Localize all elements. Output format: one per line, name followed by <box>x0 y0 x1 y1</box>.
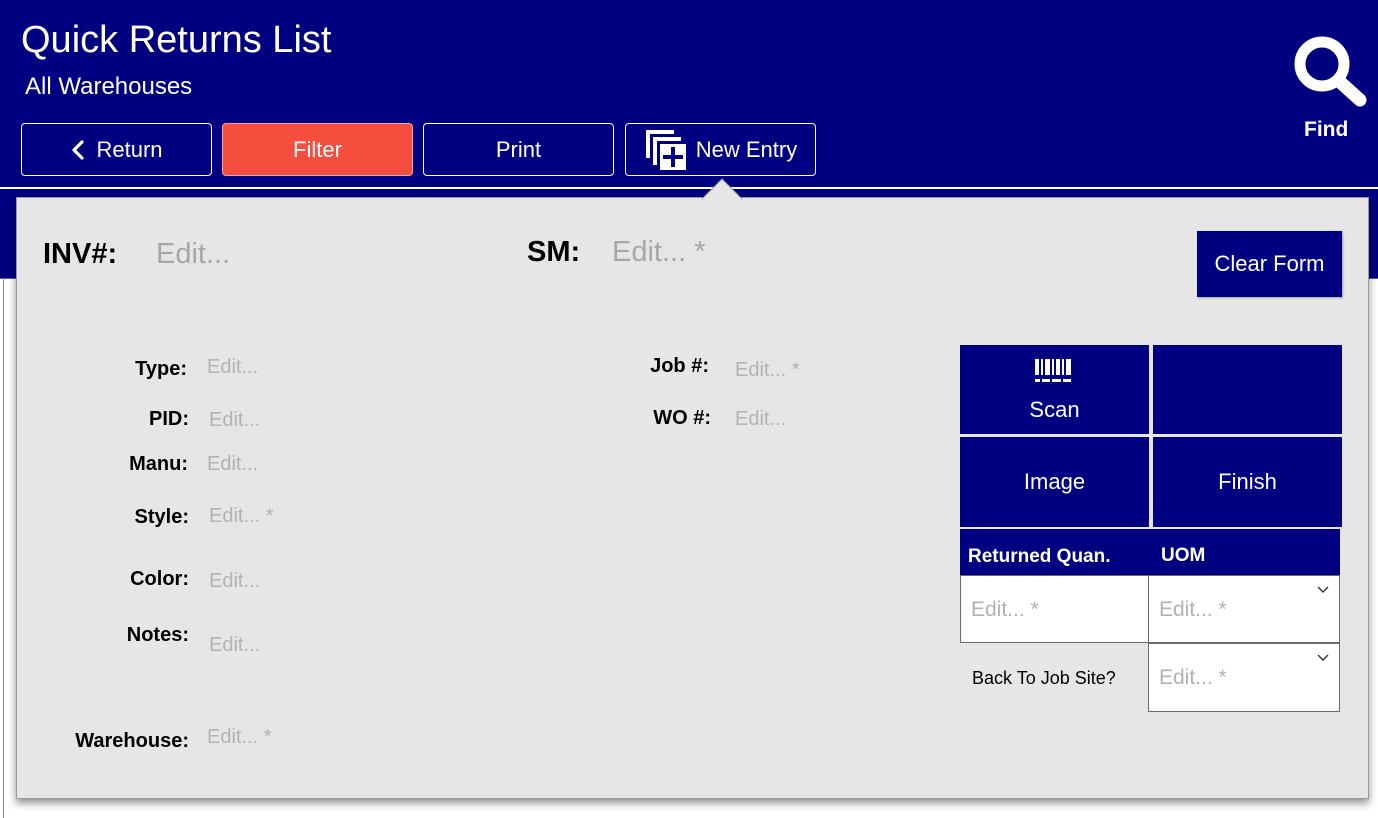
chevron-down-icon <box>1317 654 1329 661</box>
pid-label: PID: <box>149 408 189 430</box>
page-title: Quick Returns List <box>21 19 332 61</box>
job-number-label: Job #: <box>650 355 709 377</box>
barcode-icon <box>1034 358 1071 382</box>
back-to-job-site-label: Back To Job Site? <box>972 668 1116 688</box>
back-to-job-site-value: Edit... * <box>1159 666 1227 689</box>
new-entry-icon <box>645 129 686 170</box>
new-entry-button-label: New Entry <box>695 136 798 162</box>
warehouse-label: Warehouse: <box>75 730 189 752</box>
return-button-label: Return <box>96 136 163 162</box>
finish-button[interactable]: Finish <box>1153 437 1342 527</box>
type-label: Type: <box>135 358 187 380</box>
header-divider <box>0 187 1378 189</box>
image-button-label: Image <box>1023 469 1086 494</box>
image-button[interactable]: Image <box>960 437 1149 527</box>
style-label: Style: <box>134 506 189 528</box>
job-number-input[interactable]: Edit... * <box>735 359 799 382</box>
filter-button[interactable]: Filter <box>222 123 413 176</box>
sm-input[interactable]: Edit... * <box>612 236 706 269</box>
color-input[interactable]: Edit... <box>209 570 260 593</box>
inv-input[interactable]: Edit... <box>156 238 230 271</box>
uom-value: Edit... * <box>1159 598 1227 621</box>
returned-quan-input[interactable]: Edit... * <box>960 575 1149 643</box>
wo-number-label: WO #: <box>653 407 711 429</box>
inv-label: INV#: <box>43 238 118 270</box>
notes-label: Notes: <box>126 624 189 646</box>
style-input[interactable]: Edit... * <box>209 505 273 528</box>
chevron-down-icon <box>1317 586 1329 593</box>
uom-header: UOM <box>1161 545 1206 566</box>
pid-input[interactable]: Edit... <box>209 409 260 432</box>
print-button[interactable]: Print <box>423 123 614 176</box>
finish-button-label: Finish <box>1218 469 1277 494</box>
blank-action-tile <box>1153 345 1342 434</box>
return-button[interactable]: Return <box>21 123 212 176</box>
manu-label: Manu: <box>129 453 188 475</box>
notes-input[interactable]: Edit... <box>209 634 260 657</box>
warehouse-input[interactable]: Edit... * <box>207 726 271 749</box>
print-button-label: Print <box>495 136 542 162</box>
uom-select[interactable]: Edit... * <box>1148 575 1340 643</box>
content-left-border <box>3 278 4 818</box>
filter-button-label: Filter <box>293 136 342 162</box>
color-label: Color: <box>130 568 189 590</box>
clear-form-button[interactable]: Clear Form <box>1197 231 1342 297</box>
returned-quan-value: Edit... * <box>971 598 1039 621</box>
sm-label: SM: <box>527 236 581 268</box>
scan-button-label: Scan <box>1029 396 1080 422</box>
popover-pointer <box>702 178 742 200</box>
chevron-left-icon <box>72 139 85 160</box>
new-entry-button[interactable]: New Entry <box>625 123 816 176</box>
search-icon <box>1294 36 1367 107</box>
returned-quan-header: Returned Quan. <box>968 546 1111 567</box>
find-label[interactable]: Find <box>1304 118 1348 142</box>
scan-button[interactable]: Scan <box>960 345 1149 434</box>
type-input[interactable]: Edit... <box>207 356 258 379</box>
page-subtitle: All Warehouses <box>25 73 193 100</box>
manu-input[interactable]: Edit... <box>207 453 258 476</box>
back-to-job-site-select[interactable]: Edit... * <box>1148 643 1340 712</box>
wo-number-input[interactable]: Edit... <box>735 408 786 431</box>
